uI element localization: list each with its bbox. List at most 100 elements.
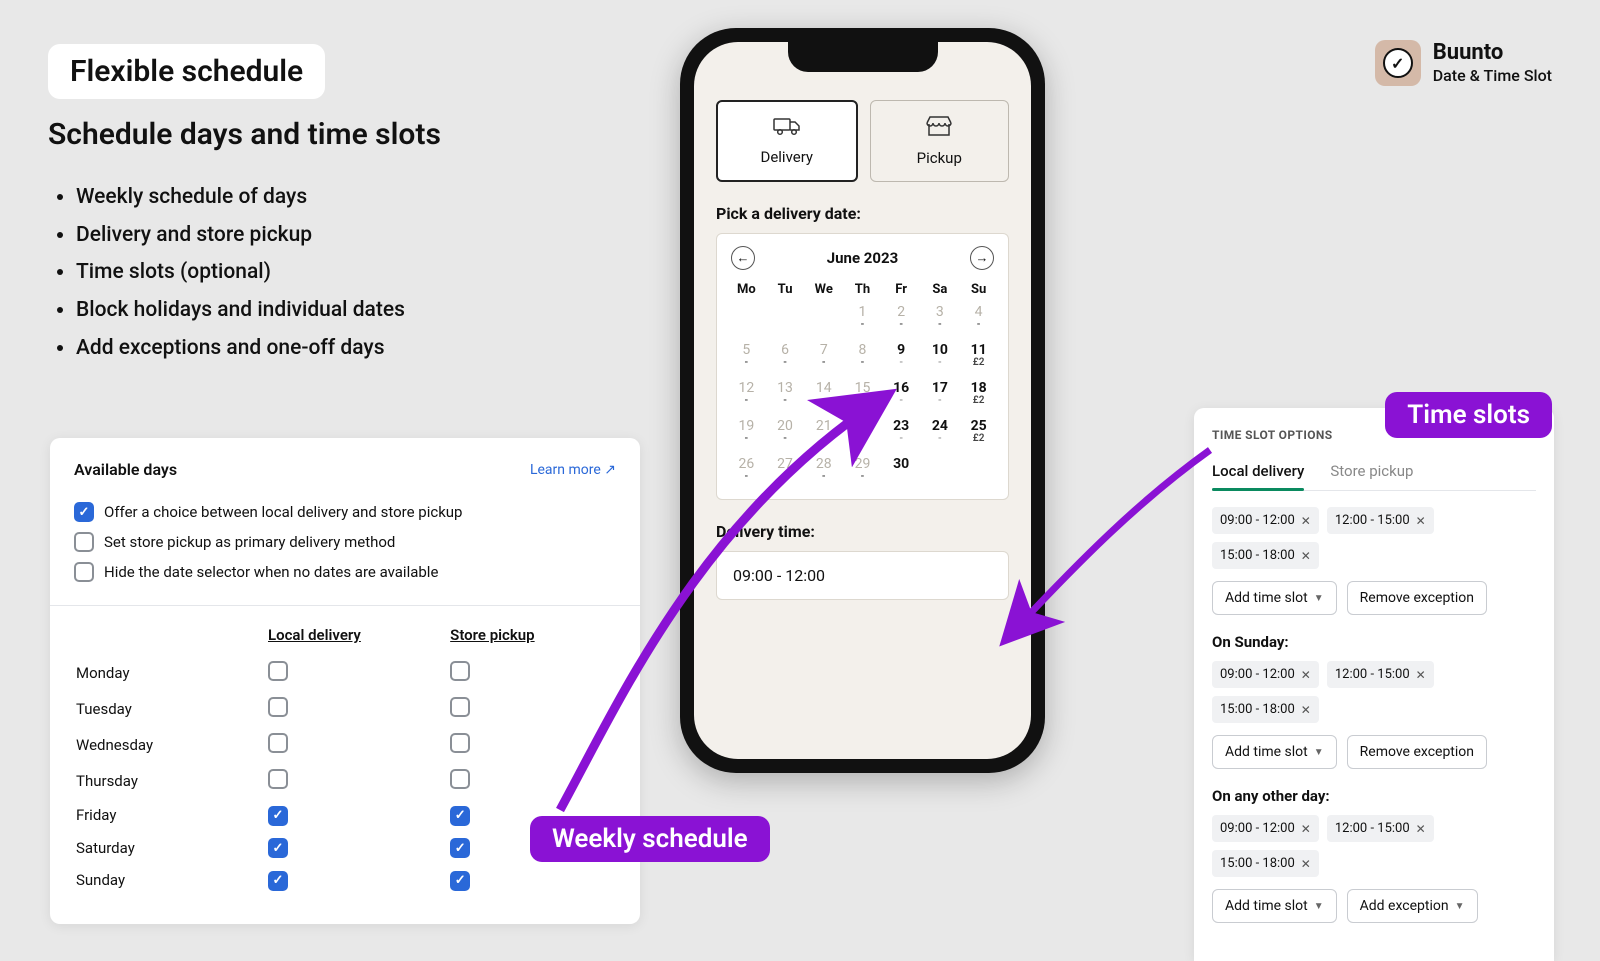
option-offer-choice[interactable]: ✓ Offer a choice between local delivery … bbox=[74, 497, 616, 527]
table-row: Monday bbox=[76, 656, 614, 690]
checkbox[interactable]: ✓ bbox=[450, 806, 470, 826]
cal-day[interactable]: 26- bbox=[727, 453, 766, 491]
checkbox[interactable] bbox=[450, 661, 470, 681]
chip-row: 09:00 - 12:00✕ 12:00 - 15:00✕ 15:00 - 18… bbox=[1212, 815, 1536, 877]
table-row: Thursday bbox=[76, 764, 614, 798]
time-chip[interactable]: 12:00 - 15:00✕ bbox=[1327, 815, 1434, 842]
close-icon[interactable]: ✕ bbox=[1301, 703, 1311, 717]
option-pickup-primary[interactable]: Set store pickup as primary delivery met… bbox=[74, 527, 616, 557]
cal-day[interactable]: 7- bbox=[804, 339, 843, 377]
close-icon[interactable]: ✕ bbox=[1301, 857, 1311, 871]
add-time-slot-button[interactable]: Add time slot▼ bbox=[1212, 581, 1337, 615]
close-icon[interactable]: ✕ bbox=[1301, 549, 1311, 563]
hero-title: Flexible schedule bbox=[48, 44, 325, 99]
close-icon[interactable]: ✕ bbox=[1301, 822, 1311, 836]
remove-exception-button[interactable]: Remove exception bbox=[1347, 581, 1487, 615]
time-chip[interactable]: 09:00 - 12:00✕ bbox=[1212, 661, 1319, 688]
cal-day[interactable]: 29- bbox=[843, 453, 882, 491]
cal-day[interactable]: 30 bbox=[882, 453, 921, 491]
cal-day[interactable]: 11£2 bbox=[959, 339, 998, 377]
hero-subtitle: Schedule days and time slots bbox=[48, 117, 441, 152]
checkbox[interactable] bbox=[268, 733, 288, 753]
cal-day[interactable]: 25£2 bbox=[959, 415, 998, 453]
time-chip[interactable]: 15:00 - 18:00✕ bbox=[1212, 542, 1319, 569]
cal-day[interactable]: 3- bbox=[921, 301, 960, 339]
calendar-prev-button[interactable]: ← bbox=[731, 246, 755, 270]
checkbox[interactable] bbox=[450, 733, 470, 753]
cal-day[interactable]: 12- bbox=[727, 377, 766, 415]
table-row: Wednesday bbox=[76, 728, 614, 762]
add-exception-button[interactable]: Add exception▼ bbox=[1347, 889, 1478, 923]
divider bbox=[50, 605, 640, 606]
hero-bullets: Weekly schedule of days Delivery and sto… bbox=[48, 180, 441, 366]
calendar-next-button[interactable]: → bbox=[970, 246, 994, 270]
cal-day[interactable]: 13- bbox=[766, 377, 805, 415]
option-hide-selector[interactable]: Hide the date selector when no dates are… bbox=[74, 557, 616, 587]
cal-day[interactable]: 21- bbox=[804, 415, 843, 453]
time-chip[interactable]: 09:00 - 12:00✕ bbox=[1212, 815, 1319, 842]
cal-day[interactable]: 1- bbox=[843, 301, 882, 339]
option-list: ✓ Offer a choice between local delivery … bbox=[74, 497, 616, 587]
cal-day[interactable]: 9- bbox=[882, 339, 921, 377]
close-icon[interactable]: ✕ bbox=[1416, 514, 1426, 528]
cal-day[interactable]: 15- bbox=[843, 377, 882, 415]
cal-day[interactable]: 8- bbox=[843, 339, 882, 377]
close-icon[interactable]: ✕ bbox=[1416, 822, 1426, 836]
checkbox[interactable] bbox=[450, 697, 470, 717]
cal-day[interactable]: 28- bbox=[804, 453, 843, 491]
add-time-slot-button[interactable]: Add time slot▼ bbox=[1212, 889, 1337, 923]
method-pickup-button[interactable]: Pickup bbox=[870, 100, 1010, 182]
brand-icon: ✓ bbox=[1375, 40, 1421, 86]
checkbox[interactable]: ✓ bbox=[268, 871, 288, 891]
checkbox[interactable] bbox=[450, 769, 470, 789]
hero: Flexible schedule Schedule days and time… bbox=[48, 44, 441, 368]
tab-local-delivery[interactable]: Local delivery bbox=[1212, 456, 1304, 490]
cal-day[interactable]: 17- bbox=[921, 377, 960, 415]
delivery-time-label: Delivery time: bbox=[716, 522, 1009, 541]
checkbox[interactable]: ✓ bbox=[450, 871, 470, 891]
cal-day[interactable]: 10- bbox=[921, 339, 960, 377]
delivery-time-select[interactable]: 09:00 - 12:00 bbox=[716, 551, 1009, 600]
cal-day[interactable]: 4- bbox=[959, 301, 998, 339]
phone-notch bbox=[788, 42, 938, 72]
tabs: Local delivery Store pickup bbox=[1212, 456, 1536, 491]
cal-day[interactable]: 5- bbox=[727, 339, 766, 377]
time-chip[interactable]: 15:00 - 18:00✕ bbox=[1212, 696, 1319, 723]
truck-icon bbox=[773, 116, 801, 142]
bullet: Time slots (optional) bbox=[76, 255, 441, 291]
cal-day[interactable]: 18£2 bbox=[959, 377, 998, 415]
time-chip[interactable]: 15:00 - 18:00✕ bbox=[1212, 850, 1319, 877]
cal-day[interactable]: 23- bbox=[882, 415, 921, 453]
cal-day[interactable]: 19- bbox=[727, 415, 766, 453]
checkbox[interactable] bbox=[268, 697, 288, 717]
time-chip[interactable]: 12:00 - 15:00✕ bbox=[1327, 661, 1434, 688]
time-chip[interactable]: 12:00 - 15:00✕ bbox=[1327, 507, 1434, 534]
remove-exception-button[interactable]: Remove exception bbox=[1347, 735, 1487, 769]
learn-more-link[interactable]: Learn more ↗ bbox=[530, 462, 616, 478]
table-row: Sunday✓✓ bbox=[76, 865, 614, 896]
checkbox[interactable]: ✓ bbox=[450, 838, 470, 858]
cal-day[interactable]: 2- bbox=[882, 301, 921, 339]
close-icon[interactable]: ✕ bbox=[1301, 668, 1311, 682]
brand: ✓ Buunto Date & Time Slot bbox=[1375, 40, 1552, 86]
checkbox-icon bbox=[74, 562, 94, 582]
checkbox[interactable] bbox=[268, 769, 288, 789]
cal-day[interactable]: 6- bbox=[766, 339, 805, 377]
tab-store-pickup[interactable]: Store pickup bbox=[1330, 456, 1413, 490]
checkbox[interactable]: ✓ bbox=[268, 838, 288, 858]
close-icon[interactable]: ✕ bbox=[1301, 514, 1311, 528]
checkbox[interactable]: ✓ bbox=[268, 806, 288, 826]
phone-mockup: Delivery Pickup Pick a delivery date: ← … bbox=[680, 28, 1045, 773]
cal-day[interactable]: 27- bbox=[766, 453, 805, 491]
time-chip[interactable]: 09:00 - 12:00✕ bbox=[1212, 507, 1319, 534]
cal-day[interactable]: 16- bbox=[882, 377, 921, 415]
cal-day[interactable]: 24- bbox=[921, 415, 960, 453]
method-delivery-button[interactable]: Delivery bbox=[716, 100, 858, 182]
sunday-label: On Sunday: bbox=[1212, 633, 1536, 651]
checkbox[interactable] bbox=[268, 661, 288, 681]
cal-day[interactable]: 20- bbox=[766, 415, 805, 453]
cal-day[interactable]: 22- bbox=[843, 415, 882, 453]
close-icon[interactable]: ✕ bbox=[1416, 668, 1426, 682]
cal-day[interactable]: 14- bbox=[804, 377, 843, 415]
add-time-slot-button[interactable]: Add time slot▼ bbox=[1212, 735, 1337, 769]
